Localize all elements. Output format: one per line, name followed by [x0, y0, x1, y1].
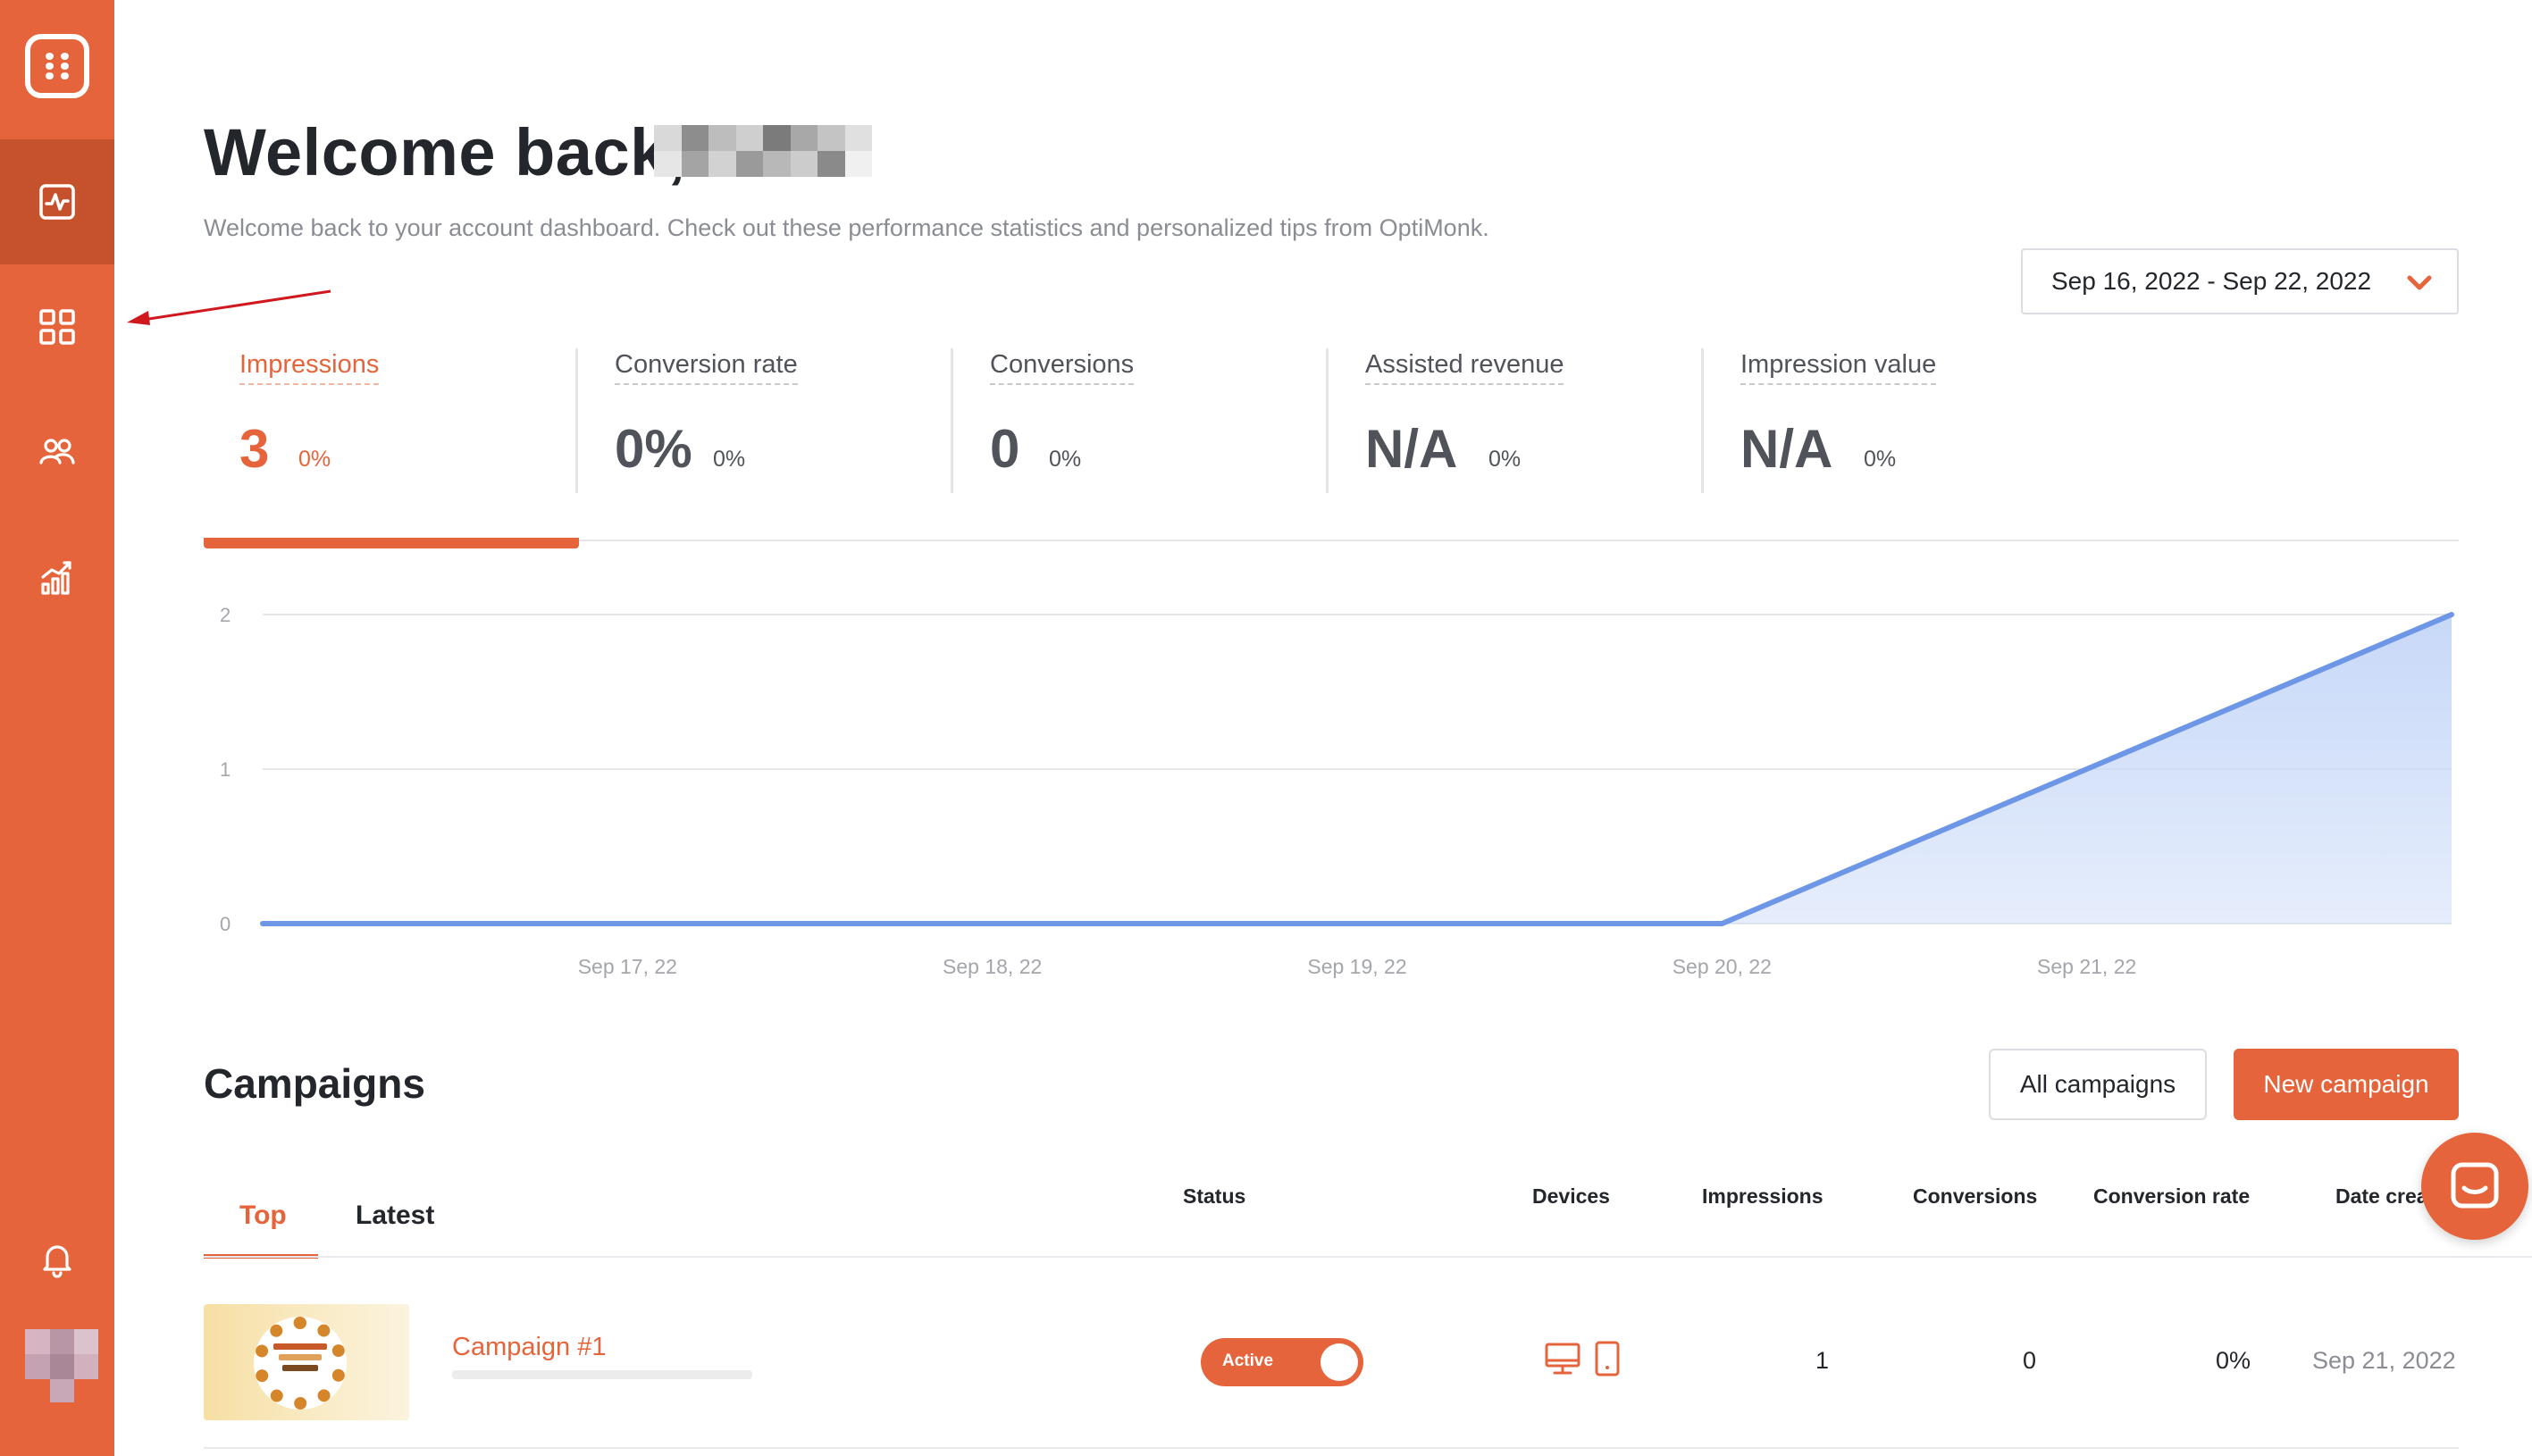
notifications-bell-icon	[43, 1245, 71, 1278]
app-logo-icon[interactable]	[25, 34, 89, 98]
kpi-value: 3	[239, 419, 270, 479]
impressions-chart: 0 1 2 Sep 17, 22 Sep 18, 22 Sep 19, 22 Sep 20…	[220, 604, 2454, 978]
kpi-divider	[575, 348, 578, 493]
all-campaigns-button[interactable]: All campaigns	[1989, 1049, 2207, 1120]
desktop-icon	[1545, 1343, 1580, 1375]
avatar[interactable]	[25, 1329, 98, 1402]
kpi-value: 0	[990, 419, 1020, 479]
mobile-icon	[1595, 1341, 1620, 1377]
kpi-impression-value[interactable]: Impression value N/A 0%	[1705, 350, 2080, 493]
conversions-cell: 0	[2023, 1347, 2037, 1374]
conversion-rate-cell: 0%	[2216, 1347, 2251, 1374]
campaign-name-link[interactable]: Campaign #1	[452, 1333, 607, 1362]
chat-icon	[2451, 1162, 2499, 1209]
sidebar-item-campaigns[interactable]	[0, 264, 114, 389]
impressions-cell: 1	[1815, 1347, 1830, 1374]
kpi-conversion-rate[interactable]: Conversion rate 0% 0%	[579, 350, 954, 493]
tab-top[interactable]: Top	[239, 1201, 287, 1231]
table-header-divider	[204, 1256, 2532, 1258]
sidebar	[0, 0, 114, 1456]
kpi-impressions[interactable]: Impressions 3 0%	[204, 350, 579, 493]
column-header-impressions: Impressions	[1702, 1184, 1824, 1208]
x-tick-label: Sep 19, 22	[1307, 955, 1406, 978]
sidebar-item-reports[interactable]	[0, 515, 114, 640]
date-range-picker[interactable]: Sep 16, 2022 - Sep 22, 2022	[2021, 248, 2459, 314]
column-header-conversion-rate: Conversion rate	[2093, 1184, 2251, 1208]
x-tick-label: Sep 20, 22	[1673, 955, 1772, 978]
kpi-divider	[951, 348, 953, 493]
table-row-divider	[204, 1447, 2459, 1449]
kpi-change: 0%	[1049, 447, 1082, 472]
reports-icon	[41, 561, 71, 595]
kpi-label: Impressions	[239, 350, 380, 385]
status-label: Active	[1222, 1351, 1274, 1370]
toggle-knob	[1320, 1343, 1358, 1381]
kpi-divider	[1701, 348, 1704, 493]
kpi-active-indicator	[204, 538, 579, 548]
x-tick-label: Sep 21, 22	[2037, 955, 2136, 978]
y-tick-label: 0	[220, 913, 231, 935]
chevron-down-icon	[2407, 275, 2432, 290]
date-range-value: Sep 16, 2022 - Sep 22, 2022	[2051, 267, 2372, 295]
kpi-change: 0%	[713, 447, 746, 472]
kpi-assisted-revenue[interactable]: Assisted revenue N/A 0%	[1329, 350, 1705, 493]
kpi-label: Impression value	[1740, 350, 1937, 385]
x-tick-label: Sep 17, 22	[578, 955, 677, 978]
sidebar-item-notifications[interactable]	[0, 1197, 114, 1322]
column-header-conversions: Conversions	[1913, 1184, 2038, 1208]
y-tick-label: 1	[220, 758, 231, 781]
y-tick-label: 2	[220, 604, 231, 626]
kpi-change: 0%	[1488, 447, 1522, 472]
x-tick-label: Sep 18, 22	[943, 955, 1042, 978]
kpi-value: 0%	[615, 419, 692, 479]
status-toggle[interactable]: Active	[1201, 1338, 1363, 1386]
sidebar-item-dashboard[interactable]	[0, 139, 114, 264]
kpi-label: Conversion rate	[615, 350, 798, 385]
column-header-status: Status	[1183, 1184, 1246, 1208]
page-subtitle: Welcome back to your account dashboard. …	[204, 214, 1489, 241]
campaigns-grid-icon	[39, 309, 75, 345]
kpi-value: N/A	[1365, 419, 1458, 479]
sidebar-item-subscribers[interactable]	[0, 389, 114, 515]
analytics-icon	[39, 184, 75, 220]
kpi-label: Assisted revenue	[1365, 350, 1564, 385]
new-campaign-button[interactable]: New campaign	[2234, 1049, 2459, 1120]
column-header-devices: Devices	[1532, 1184, 1610, 1208]
campaign-domain-redacted	[452, 1370, 752, 1379]
kpi-divider	[1326, 348, 1329, 493]
annotation-arrow	[127, 289, 331, 325]
page-title: Welcome back,	[204, 115, 686, 189]
column-header-date-created: Date creat	[2335, 1184, 2436, 1208]
tab-latest[interactable]: Latest	[356, 1201, 434, 1231]
subscribers-icon	[39, 439, 75, 464]
kpi-conversions[interactable]: Conversions 0 0%	[954, 350, 1329, 493]
kpi-change: 0%	[1864, 447, 1897, 472]
user-name-redacted	[654, 125, 872, 177]
date-created-cell: Sep 21, 2022	[2312, 1347, 2456, 1374]
kpi-change: 0%	[298, 447, 331, 472]
campaign-thumbnail[interactable]	[204, 1304, 409, 1420]
campaigns-title: Campaigns	[204, 1060, 425, 1107]
chat-widget-button[interactable]	[2421, 1133, 2528, 1240]
kpi-label: Conversions	[990, 350, 1135, 385]
kpi-value: N/A	[1740, 419, 1833, 479]
